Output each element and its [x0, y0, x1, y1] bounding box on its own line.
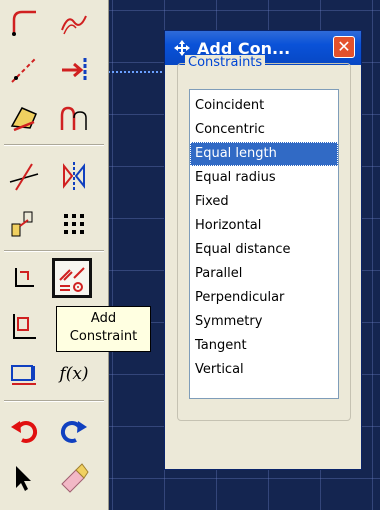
translate-icon[interactable]	[4, 204, 44, 244]
undo-icon[interactable]	[4, 410, 44, 450]
add-constraint-dialog: Add Con... ✕ Constraints Coincident Conce…	[164, 30, 362, 470]
constraint-option[interactable]: Equal distance	[190, 238, 338, 262]
toolbox-separator	[4, 400, 104, 402]
constraint-option[interactable]: Horizontal	[190, 214, 338, 238]
add-constraint-tooltip: Add Constraint	[56, 306, 151, 352]
intersect-icon[interactable]	[4, 156, 44, 196]
close-button[interactable]: ✕	[333, 36, 355, 58]
constraint-option[interactable]: Perpendicular	[190, 286, 338, 310]
constraint-option[interactable]: Vertical	[190, 358, 338, 382]
mirror-icon[interactable]	[54, 156, 94, 196]
constraint-option[interactable]: Equal length	[190, 142, 338, 166]
tooltip-line-2: Constraint	[69, 329, 138, 344]
dimension-icon[interactable]	[54, 50, 94, 90]
constraints-listbox[interactable]: Coincident Concentric Equal length Equal ra…	[189, 89, 339, 399]
trim-extend-icon[interactable]	[54, 98, 94, 138]
edit-dimension-icon[interactable]	[4, 306, 44, 346]
construction-line-icon[interactable]	[4, 50, 44, 90]
constraints-group-label: Constraints	[185, 55, 266, 70]
redo-icon[interactable]	[54, 410, 94, 450]
select-arrow-icon[interactable]	[4, 458, 44, 498]
add-dimension-icon[interactable]	[4, 260, 44, 300]
split-edge-icon[interactable]	[4, 98, 44, 138]
parameter-icon[interactable]	[4, 354, 44, 394]
constraint-option[interactable]: Equal radius	[190, 166, 338, 190]
constraint-option[interactable]: Tangent	[190, 334, 338, 358]
fillet-icon[interactable]	[4, 2, 44, 42]
constraint-option[interactable]: Symmetry	[190, 310, 338, 334]
sketcher-toolbox: Add Constraint f(x)	[0, 0, 151, 510]
constraint-option[interactable]: Coincident	[190, 94, 338, 118]
eraser-icon[interactable]	[54, 458, 94, 498]
constraint-option[interactable]: Parallel	[190, 262, 338, 286]
pattern-icon[interactable]	[54, 204, 94, 244]
tooltip-line-1: Add	[90, 311, 117, 326]
constraint-option[interactable]: Fixed	[190, 190, 338, 214]
offset-curve-icon[interactable]	[54, 2, 94, 42]
toolbox-separator	[4, 144, 104, 146]
add-constraint-icon[interactable]	[52, 258, 92, 298]
fx-button[interactable]: f(x)	[54, 354, 94, 394]
toolbox-separator	[4, 250, 104, 252]
constraint-option[interactable]: Concentric	[190, 118, 338, 142]
